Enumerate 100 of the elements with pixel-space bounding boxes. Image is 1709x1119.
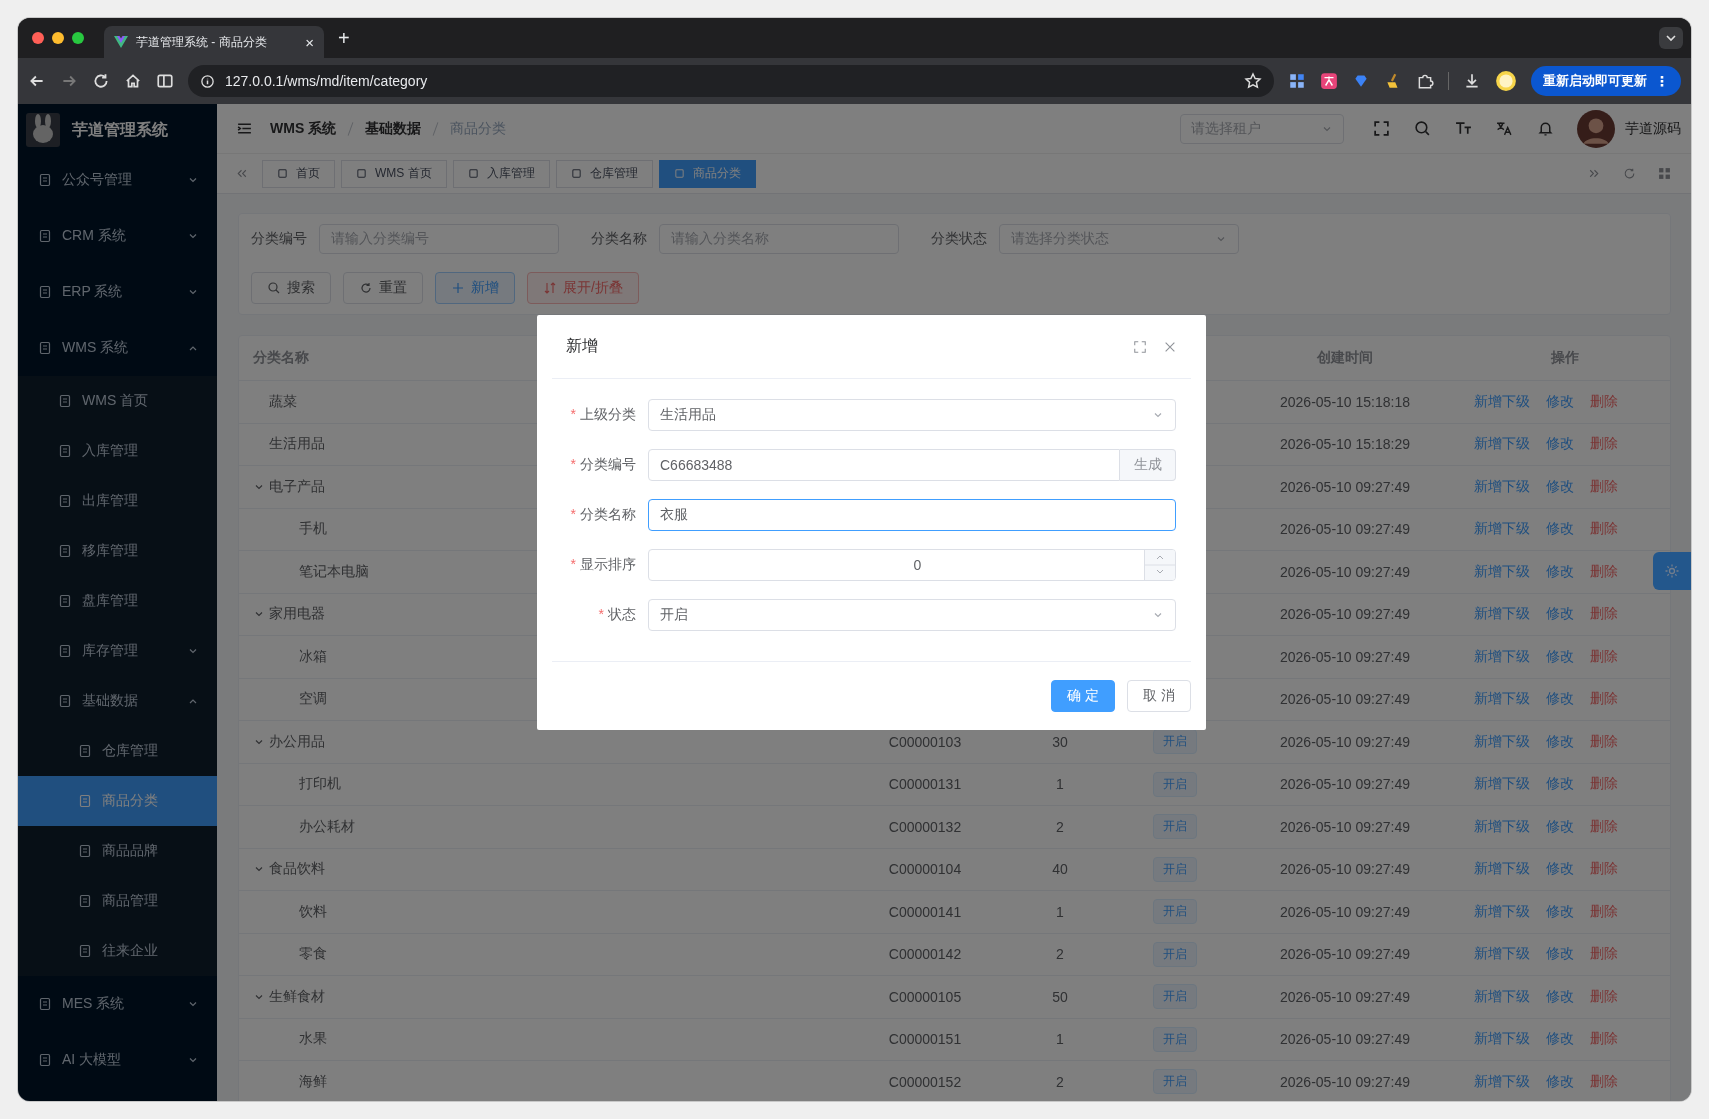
action-link[interactable]: 删除 <box>1590 647 1618 666</box>
action-link[interactable]: 新增下级 <box>1474 860 1530 879</box>
action-link[interactable]: 新增下级 <box>1474 1072 1530 1091</box>
action-link[interactable]: 删除 <box>1590 435 1618 454</box>
menu-item[interactable]: 商品管理 <box>18 876 217 926</box>
breadcrumb-item[interactable]: 基础数据 <box>365 119 422 138</box>
menu-item[interactable]: 出库管理 <box>18 476 217 526</box>
action-link[interactable]: 删除 <box>1590 605 1618 624</box>
menu-item[interactable]: 盘库管理 <box>18 576 217 626</box>
action-link[interactable]: 删除 <box>1590 987 1618 1006</box>
number-field[interactable]: 0 <box>648 549 1176 581</box>
font-size-icon[interactable] <box>1455 120 1472 137</box>
reload-icon[interactable] <box>92 72 110 90</box>
action-link[interactable]: 新增下级 <box>1474 775 1530 794</box>
search-icon[interactable] <box>1414 120 1431 137</box>
action-link[interactable]: 新增下级 <box>1474 647 1530 666</box>
chevron-down-icon[interactable] <box>1659 27 1683 49</box>
action-link[interactable]: 新增下级 <box>1474 732 1530 751</box>
dialog-button[interactable]: 取 消 <box>1127 680 1191 712</box>
action-link[interactable]: 修改 <box>1546 987 1574 1006</box>
menu-item[interactable]: MES 系统 <box>18 976 217 1032</box>
action-link[interactable]: 删除 <box>1590 392 1618 411</box>
action-link[interactable]: 新增下级 <box>1474 690 1530 709</box>
bookmark-star-icon[interactable] <box>1244 72 1262 90</box>
action-link[interactable]: 修改 <box>1546 1072 1574 1091</box>
select-field[interactable]: 开启 <box>648 599 1176 631</box>
download-icon[interactable] <box>1463 72 1481 90</box>
new-tab-button[interactable]: + <box>332 26 356 50</box>
action-link[interactable]: 新增下级 <box>1474 520 1530 539</box>
menu-item[interactable]: 往来企业 <box>18 926 217 976</box>
tab-close-button[interactable]: × <box>305 33 314 51</box>
page-tab[interactable]: 首页 <box>262 159 335 188</box>
action-link[interactable]: 新增下级 <box>1474 435 1530 454</box>
action-link[interactable]: 删除 <box>1590 732 1618 751</box>
action-link[interactable]: 新增下级 <box>1474 987 1530 1006</box>
menu-item[interactable]: ERP 系统 <box>18 264 217 320</box>
action-link[interactable]: 新增下级 <box>1474 1030 1530 1049</box>
bell-icon[interactable] <box>1537 120 1554 137</box>
minimize-window-icon[interactable] <box>52 32 64 44</box>
action-link[interactable]: 删除 <box>1590 1030 1618 1049</box>
action-link[interactable]: 删除 <box>1590 902 1618 921</box>
action-link[interactable]: 新增下级 <box>1474 392 1530 411</box>
page-tab[interactable]: 商品分类 <box>658 159 756 188</box>
puzzle-icon[interactable] <box>1416 72 1434 90</box>
menu-item[interactable]: 移库管理 <box>18 526 217 576</box>
dialog-button[interactable]: 确 定 <box>1051 680 1116 712</box>
action-link[interactable]: 修改 <box>1546 562 1574 581</box>
menu-icon[interactable] <box>236 120 253 137</box>
input-field[interactable]: 衣服 <box>648 499 1176 531</box>
toolbar-button[interactable]: 重置 <box>343 272 423 304</box>
action-link[interactable]: 修改 <box>1546 690 1574 709</box>
menu-item[interactable]: 仓库管理 <box>18 726 217 776</box>
action-link[interactable]: 删除 <box>1590 520 1618 539</box>
action-link[interactable]: 修改 <box>1546 732 1574 751</box>
translate-icon[interactable] <box>1496 120 1513 137</box>
action-link[interactable]: 新增下级 <box>1474 817 1530 836</box>
action-link[interactable]: 修改 <box>1546 435 1574 454</box>
menu-item[interactable]: 商品品牌 <box>18 826 217 876</box>
home-icon[interactable] <box>124 72 142 90</box>
action-link[interactable]: 修改 <box>1546 817 1574 836</box>
action-link[interactable]: 删除 <box>1590 775 1618 794</box>
action-link[interactable]: 删除 <box>1590 860 1618 879</box>
menu-item[interactable]: 库存管理 <box>18 626 217 676</box>
action-link[interactable]: 修改 <box>1546 477 1574 496</box>
breadcrumb-item[interactable]: WMS 系统 <box>270 119 337 138</box>
sidebar-icon[interactable] <box>156 72 174 90</box>
page-tab[interactable]: WMS 首页 <box>341 159 447 188</box>
action-link[interactable]: 删除 <box>1590 690 1618 709</box>
action-link[interactable]: 修改 <box>1546 647 1574 666</box>
menu-item[interactable]: 入库管理 <box>18 426 217 476</box>
menu-item[interactable]: CRM 系统 <box>18 208 217 264</box>
toolbar-button[interactable]: 搜索 <box>251 272 331 304</box>
fullscreen-icon[interactable] <box>1373 120 1390 137</box>
toolbar-button[interactable]: 展开/折叠 <box>527 272 639 304</box>
page-tab[interactable]: 仓库管理 <box>555 159 653 188</box>
menu-item[interactable]: 公众号管理 <box>18 152 217 208</box>
user-name[interactable]: 芋道源码 <box>1625 119 1681 138</box>
action-link[interactable]: 修改 <box>1546 520 1574 539</box>
action-link[interactable]: 删除 <box>1590 945 1618 964</box>
menu-item[interactable]: 基础数据 <box>18 676 217 726</box>
menu-item[interactable]: AI 大模型 <box>18 1032 217 1088</box>
action-link[interactable]: 新增下级 <box>1474 605 1530 624</box>
action-link[interactable]: 修改 <box>1546 775 1574 794</box>
action-link[interactable]: 修改 <box>1546 945 1574 964</box>
action-link[interactable]: 删除 <box>1590 477 1618 496</box>
browser-tab[interactable]: 芋道管理系统 - 商品分类 × <box>104 26 324 58</box>
input-field[interactable]: C66683488 <box>648 449 1120 481</box>
action-link[interactable]: 新增下级 <box>1474 562 1530 581</box>
maximize-window-icon[interactable] <box>72 32 84 44</box>
action-link[interactable]: 新增下级 <box>1474 945 1530 964</box>
translate-extension-icon[interactable] <box>1320 72 1338 90</box>
update-button[interactable]: 重新启动即可更新 ⋮ <box>1531 66 1681 96</box>
generate-button[interactable]: 生成 <box>1120 449 1176 481</box>
action-link[interactable]: 删除 <box>1590 1072 1618 1091</box>
menu-item[interactable]: WMS 系统 <box>18 320 217 376</box>
action-link[interactable]: 修改 <box>1546 392 1574 411</box>
action-link[interactable]: 修改 <box>1546 902 1574 921</box>
profile-avatar-icon[interactable] <box>1495 70 1517 92</box>
address-bar[interactable]: 127.0.0.1/wms/md/item/category <box>188 65 1274 97</box>
action-link[interactable]: 新增下级 <box>1474 902 1530 921</box>
